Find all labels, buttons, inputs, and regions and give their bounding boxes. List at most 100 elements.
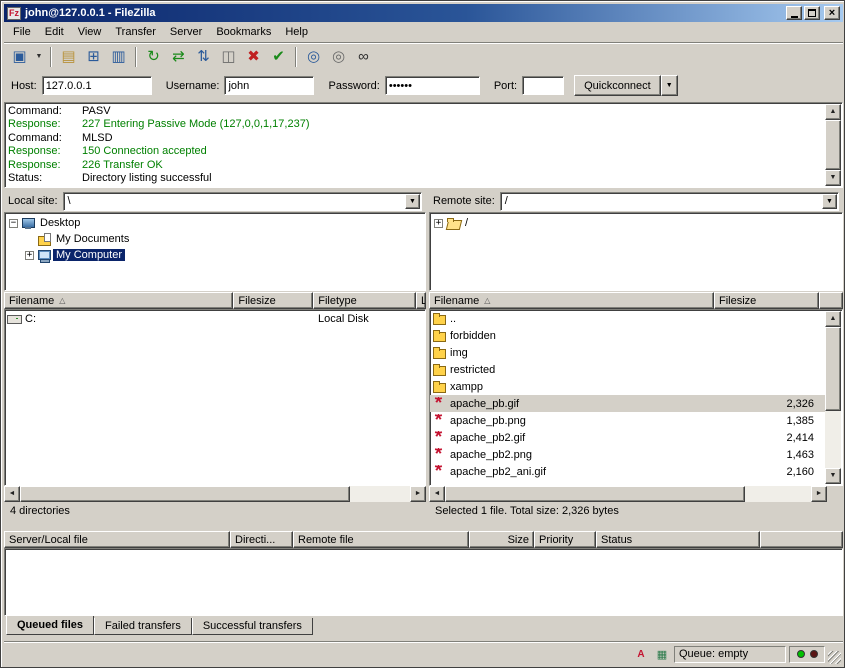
transfertype-binary-icon[interactable]: ▦ xyxy=(653,646,671,663)
scroll-right-icon[interactable]: ► xyxy=(410,486,426,502)
toggle-logview-icon[interactable]: ▤ xyxy=(57,45,80,68)
remote-file-row[interactable]: forbidden xyxy=(430,327,827,344)
remote-file-row[interactable]: img xyxy=(430,344,827,361)
remote-file-row[interactable]: apache_pb.gif 2,326 xyxy=(430,395,827,412)
column-header-status[interactable]: Status xyxy=(596,531,760,548)
cancel-icon[interactable]: ✖ xyxy=(242,45,265,68)
tree-item[interactable]: My Documents xyxy=(7,231,425,247)
column-header-remote-file[interactable]: Remote file xyxy=(293,531,469,548)
column-header-filename[interactable]: Filename△ xyxy=(4,292,233,309)
port-input[interactable] xyxy=(522,76,564,95)
site-manager-dropdown-icon[interactable]: ▼ xyxy=(33,45,45,68)
remote-file-row[interactable]: apache_pb2_ani.gif 2,160 xyxy=(430,463,827,480)
upload-icon[interactable]: ⇅ xyxy=(192,45,215,68)
column-header-filetype[interactable]: Filetype xyxy=(313,292,416,309)
imgfile-icon xyxy=(432,431,448,444)
verify-icon[interactable]: ✔ xyxy=(267,45,290,68)
username-input[interactable] xyxy=(224,76,314,95)
toggle-treeview-icon[interactable]: ⊞ xyxy=(82,45,105,68)
tab-failed-transfers[interactable]: Failed transfers xyxy=(94,618,192,635)
transfertype-ascii-icon[interactable]: A xyxy=(632,646,650,663)
toggle-queueview-icon[interactable]: ▥ xyxy=(107,45,130,68)
titlebar[interactable]: Fz john@127.0.0.1 - FileZilla × xyxy=(4,4,843,22)
quickconnect-dropdown-button[interactable]: ▼ xyxy=(661,75,678,96)
filter-icon[interactable]: ◎ xyxy=(302,45,325,68)
password-input[interactable] xyxy=(385,76,480,95)
log-line: Response: 226 Transfer OK xyxy=(8,159,823,172)
log-line: Command: PASV xyxy=(8,105,823,118)
remote-file-row[interactable]: apache_pb.png 1,385 xyxy=(430,412,827,429)
menu-view[interactable]: View xyxy=(71,24,109,40)
remote-site-combo[interactable]: / ▼ xyxy=(500,192,839,211)
scroll-up-icon[interactable]: ▲ xyxy=(825,104,841,120)
remote-scroll-thumb[interactable] xyxy=(825,327,841,411)
scroll-left-icon[interactable]: ◄ xyxy=(4,486,20,502)
local-site-combo[interactable]: \ ▼ xyxy=(63,192,422,211)
remote-status-text: Selected 1 file. Total size: 2,326 bytes xyxy=(429,501,843,521)
mydocs-icon xyxy=(37,233,53,246)
scroll-left-icon[interactable]: ◄ xyxy=(429,486,445,502)
remote-file-row[interactable]: apache_pb2.png 1,463 xyxy=(430,446,827,463)
transfer-queue-list[interactable] xyxy=(4,548,843,616)
close-button[interactable]: × xyxy=(824,6,840,20)
maximize-button[interactable] xyxy=(804,6,820,20)
column-header-server-local-file[interactable]: Server/Local file xyxy=(4,531,230,548)
remote-hscroll-thumb[interactable] xyxy=(445,486,745,502)
column-header-filename[interactable]: Filename△ xyxy=(429,292,714,309)
menu-transfer[interactable]: Transfer xyxy=(108,24,163,40)
column-header-filesize[interactable]: Filesize xyxy=(714,292,819,309)
compare-icon[interactable]: ◫ xyxy=(217,45,240,68)
maximize-icon xyxy=(808,9,816,17)
minimize-button[interactable] xyxy=(786,6,802,20)
minimize-icon xyxy=(791,16,798,18)
local-hscrollbar[interactable]: ◄ ► xyxy=(4,486,426,502)
chevron-down-icon[interactable]: ▼ xyxy=(822,194,837,209)
log-scroll-thumb[interactable] xyxy=(825,120,841,170)
quickconnect-button[interactable]: Quickconnect xyxy=(574,75,661,96)
tab-queued-files[interactable]: Queued files xyxy=(6,616,94,635)
log-scrollbar[interactable]: ▲ ▼ xyxy=(825,104,841,186)
remote-hscrollbar[interactable]: ◄ ► xyxy=(429,486,827,502)
tree-item[interactable]: + My Computer xyxy=(7,247,425,263)
menu-server[interactable]: Server xyxy=(163,24,209,40)
site-manager-icon[interactable]: ▣ xyxy=(8,45,31,68)
tree-item[interactable]: − Desktop xyxy=(7,215,425,231)
resize-grip[interactable] xyxy=(828,651,841,664)
find-binoculars-icon[interactable]: ∞ xyxy=(352,45,375,68)
menu-help[interactable]: Help xyxy=(278,24,315,40)
local-file-row[interactable]: C: Local Disk xyxy=(5,310,425,327)
scroll-right-icon[interactable]: ► xyxy=(811,486,827,502)
expand-box[interactable]: + xyxy=(434,219,443,228)
process-queue-icon[interactable]: ⇄ xyxy=(167,45,190,68)
remote-file-row[interactable]: restricted xyxy=(430,361,827,378)
menu-bookmarks[interactable]: Bookmarks xyxy=(209,24,278,40)
column-header-filesize[interactable]: Filesize xyxy=(233,292,313,309)
queue-header: Server/Local file Directi... Remote file… xyxy=(4,531,843,548)
expand-box[interactable]: + xyxy=(25,251,34,260)
remote-file-row[interactable]: .. xyxy=(430,310,827,327)
scroll-down-icon[interactable]: ▼ xyxy=(825,170,841,186)
column-header-filler xyxy=(819,292,843,309)
tab-successful-transfers[interactable]: Successful transfers xyxy=(192,618,313,635)
remote-list-scrollbar[interactable]: ▲ ▼ xyxy=(825,311,841,484)
host-input[interactable] xyxy=(42,76,152,95)
remote-directory-tree: + / xyxy=(429,212,843,291)
chevron-down-icon[interactable]: ▼ xyxy=(405,194,420,209)
menu-file[interactable]: File xyxy=(6,24,38,40)
tree-item[interactable]: + / xyxy=(432,215,842,231)
menu-edit[interactable]: Edit xyxy=(38,24,71,40)
column-header-priority[interactable]: Priority xyxy=(534,531,596,548)
remote-file-row[interactable]: xampp xyxy=(430,378,827,395)
search-icon[interactable]: ◎ xyxy=(327,45,350,68)
scroll-up-icon[interactable]: ▲ xyxy=(825,311,841,327)
refresh-icon[interactable]: ↻ xyxy=(142,45,165,68)
column-header-size[interactable]: Size xyxy=(469,531,534,548)
scroll-down-icon[interactable]: ▼ xyxy=(825,468,841,484)
expand-box[interactable]: − xyxy=(9,219,18,228)
local-hscroll-thumb[interactable] xyxy=(20,486,350,502)
local-file-list: C: Local Disk xyxy=(4,309,426,486)
remote-file-row[interactable]: apache_pb2.gif 2,414 xyxy=(430,429,827,446)
column-header-last-modified[interactable]: L xyxy=(416,292,426,309)
log-lines: Command: PASV Response: 227 Entering Pas… xyxy=(8,105,823,185)
column-header-direction[interactable]: Directi... xyxy=(230,531,293,548)
